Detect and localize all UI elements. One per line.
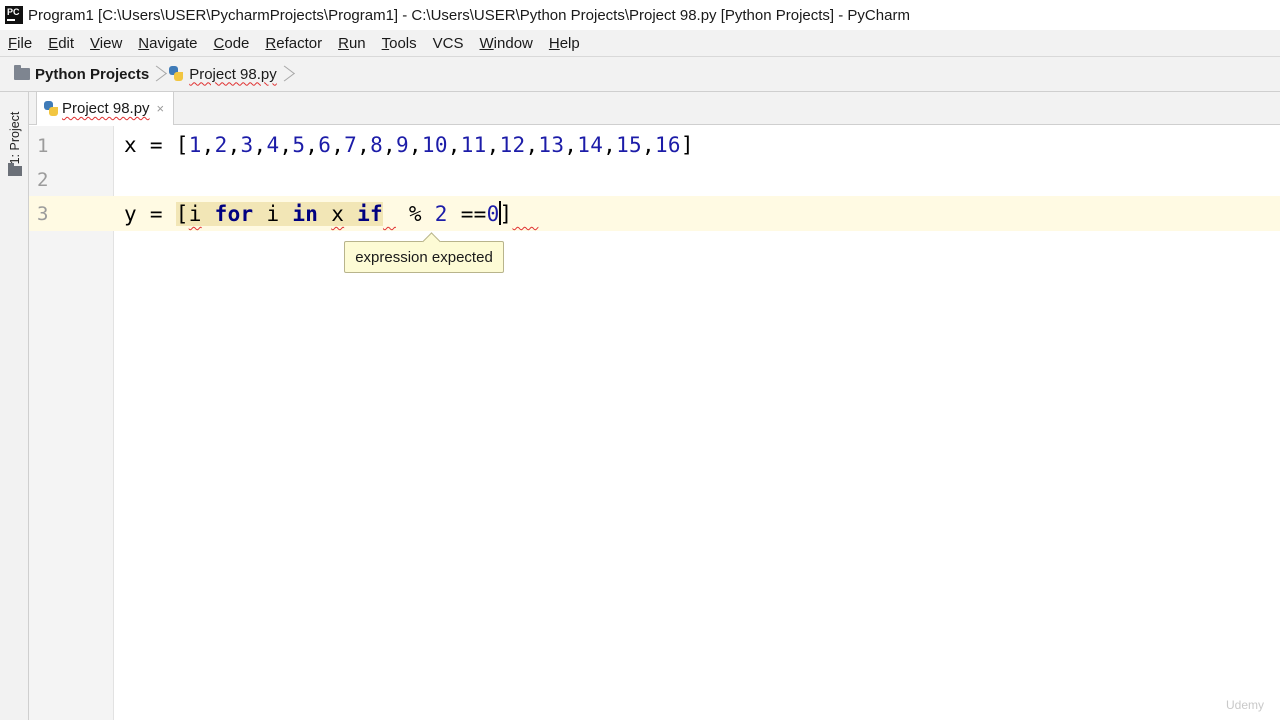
line-number: 1	[37, 135, 49, 157]
watermark: Udemy	[1226, 698, 1265, 712]
menu-window[interactable]: Window	[472, 35, 541, 52]
project-tool-label: 1: Project	[8, 111, 22, 165]
code-line-1[interactable]: x = [1,2,3,4,5,6,7,8,9,10,11,12,13,14,15…	[124, 133, 694, 157]
breadcrumb-separator-icon	[154, 64, 162, 84]
code-line-3[interactable]: y = [i for i in x if % 2 ==0]	[124, 201, 538, 226]
menu-help[interactable]: Help	[541, 35, 588, 52]
python-file-icon	[43, 100, 59, 117]
close-icon[interactable]: ×	[157, 101, 165, 116]
menu-file[interactable]: File	[0, 35, 40, 52]
breadcrumb-project[interactable]: Python Projects	[35, 66, 149, 83]
pycharm-logo-icon: PC	[5, 6, 23, 24]
tab-project-98[interactable]: Project 98.py ×	[36, 92, 174, 125]
python-file-icon	[168, 66, 184, 82]
menu-edit[interactable]: Edit	[40, 35, 82, 52]
breadcrumb: Python Projects Project 98.py	[0, 56, 1280, 92]
line-number: 2	[37, 169, 49, 191]
tab-label: Project 98.py	[62, 100, 150, 117]
menu-code[interactable]: Code	[206, 35, 258, 52]
menu-navigate[interactable]: Navigate	[130, 35, 205, 52]
line-number: 3	[37, 203, 49, 225]
breadcrumb-separator-icon	[282, 64, 290, 84]
project-tool-button[interactable]: 1: Project	[4, 102, 26, 178]
menu-run[interactable]: Run	[330, 35, 374, 52]
menu-bar: File Edit View Navigate Code Refactor Ru…	[0, 30, 1280, 56]
error-tooltip: expression expected	[344, 241, 504, 273]
menu-vcs[interactable]: VCS	[425, 35, 472, 52]
folder-icon	[8, 163, 22, 176]
editor-tabs: Project 98.py ×	[29, 92, 1280, 125]
menu-refactor[interactable]: Refactor	[257, 35, 330, 52]
menu-view[interactable]: View	[82, 35, 130, 52]
menu-tools[interactable]: Tools	[374, 35, 425, 52]
left-tool-strip: 1: Project	[0, 92, 29, 720]
breadcrumb-file[interactable]: Project 98.py	[189, 66, 277, 83]
tooltip-text: expression expected	[355, 248, 493, 266]
title-bar: PC Program1 [C:\Users\USER\PycharmProjec…	[0, 0, 1280, 30]
window-title: Program1 [C:\Users\USER\PycharmProjects\…	[28, 6, 910, 24]
folder-icon	[14, 65, 30, 80]
